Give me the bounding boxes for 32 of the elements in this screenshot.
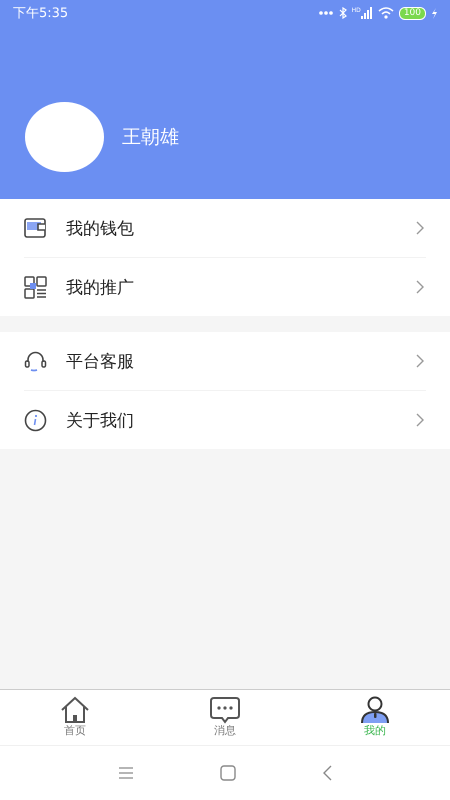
home-square-icon	[220, 765, 236, 781]
wifi-icon	[378, 7, 394, 19]
tab[interactable]: 消息	[150, 690, 300, 745]
status-time: 下午5:35	[13, 5, 68, 22]
user-name: 王朝雄	[122, 125, 179, 150]
menu-item[interactable]: 平台客服	[24, 332, 426, 391]
menu-label: 关于我们	[66, 410, 135, 432]
back-icon	[322, 765, 332, 781]
chat-bubble-icon	[210, 696, 240, 724]
chevron-right-icon	[416, 354, 424, 368]
menu-icon	[118, 767, 134, 779]
menu-label: 平台客服	[66, 350, 135, 372]
bluetooth-icon	[338, 7, 347, 19]
more-dots-icon	[318, 10, 334, 16]
menu-label: 我的钱包	[66, 218, 135, 240]
menu-label: 我的推广	[66, 276, 135, 298]
chevron-right-icon	[416, 413, 424, 427]
grid-icon	[24, 276, 47, 298]
person-icon	[360, 696, 390, 724]
charging-icon	[431, 8, 438, 18]
menu-item[interactable]: 我的钱包	[24, 199, 426, 258]
menu-item[interactable]: 我的推广	[24, 258, 426, 316]
menu-item[interactable]: 关于我们	[24, 391, 426, 449]
chevron-right-icon	[416, 221, 424, 235]
wallet-icon	[24, 216, 47, 240]
signal-icon	[360, 7, 373, 19]
tab[interactable]: 首页	[0, 690, 150, 745]
home-icon	[60, 696, 90, 724]
chevron-right-icon	[416, 280, 424, 294]
headset-icon	[24, 350, 47, 372]
info-icon	[24, 408, 47, 432]
battery-level: 100	[398, 6, 426, 20]
